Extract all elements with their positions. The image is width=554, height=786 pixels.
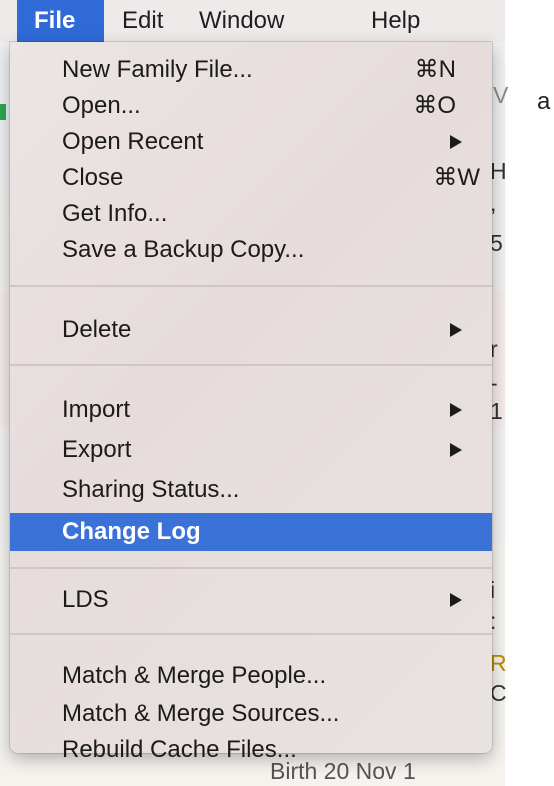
menu-bar: File Edit Window Help <box>0 0 505 42</box>
menu-separator <box>10 364 492 366</box>
menu-item-label: Match & Merge Sources... <box>62 700 340 727</box>
menu-item-open-recent[interactable]: Open Recent <box>10 124 492 160</box>
menu-separator <box>10 285 492 287</box>
menu-item-new-family-file[interactable]: New Family File... ⌘N <box>10 52 492 88</box>
background-green-marker <box>0 104 6 120</box>
background-fragment-r-orange: R <box>490 650 507 676</box>
menu-item-label: Save a Backup Copy... <box>62 236 305 263</box>
menu-item-shortcut: ⌘O <box>413 92 456 119</box>
menu-item-rebuild-cache[interactable]: Rebuild Cache Files... <box>10 732 492 768</box>
menu-item-get-info[interactable]: Get Info... <box>10 196 492 232</box>
menu-item-label: Export <box>62 436 132 463</box>
menu-separator <box>10 567 492 569</box>
submenu-arrow-icon <box>450 593 462 607</box>
background-fragment-v: V <box>493 82 509 108</box>
menu-item-sharing-status[interactable]: Sharing Status... <box>10 472 492 508</box>
menu-item-label: Open... <box>62 92 141 119</box>
file-menu-dropdown: New Family File... ⌘N Open... ⌘O Open Re… <box>10 42 492 763</box>
menu-item-label: Import <box>62 396 131 423</box>
menu-item-close[interactable]: Close ⌘W <box>10 160 492 196</box>
menu-item-label: Get Info... <box>62 200 168 227</box>
menu-item-import[interactable]: Import <box>10 392 492 428</box>
menu-item-label: Sharing Status... <box>62 476 240 503</box>
menu-item-lds[interactable]: LDS <box>10 582 492 618</box>
menubar-edit[interactable]: Edit <box>122 0 163 42</box>
menu-item-shortcut: ⌘N <box>414 56 456 83</box>
menubar-file[interactable]: File <box>17 0 104 42</box>
menu-item-change-log[interactable]: Change Log <box>10 513 492 551</box>
submenu-arrow-icon <box>450 323 462 337</box>
menu-item-match-merge-people[interactable]: Match & Merge People... <box>10 658 492 694</box>
menu-item-label: Open Recent <box>62 128 204 155</box>
menu-item-shortcut: ⌘W <box>433 164 480 191</box>
menu-item-label: Delete <box>62 316 132 343</box>
menu-item-open[interactable]: Open... ⌘O <box>10 88 492 124</box>
menu-item-export[interactable]: Export <box>10 432 492 468</box>
menu-item-match-merge-sources[interactable]: Match & Merge Sources... <box>10 696 492 732</box>
background-fragment-h: H <box>490 158 507 184</box>
menu-item-label: Change Log <box>62 518 201 545</box>
menu-item-save-backup[interactable]: Save a Backup Copy... <box>10 232 492 268</box>
submenu-arrow-icon <box>450 443 462 457</box>
outside-text: a <box>537 88 551 115</box>
menu-item-delete[interactable]: Delete <box>10 312 492 348</box>
menubar-window[interactable]: Window <box>199 0 284 42</box>
menu-separator <box>10 633 492 635</box>
menu-item-label: Match & Merge People... <box>62 662 327 689</box>
menu-item-label: Rebuild Cache Files... <box>62 736 297 763</box>
submenu-arrow-icon <box>450 403 462 417</box>
menubar-help[interactable]: Help <box>371 0 420 42</box>
submenu-arrow-icon <box>450 135 462 149</box>
menu-item-label: Close <box>62 164 124 191</box>
background-fragment-c: C <box>490 680 507 706</box>
menu-item-label: New Family File... <box>62 56 253 83</box>
menu-item-label: LDS <box>62 586 109 613</box>
